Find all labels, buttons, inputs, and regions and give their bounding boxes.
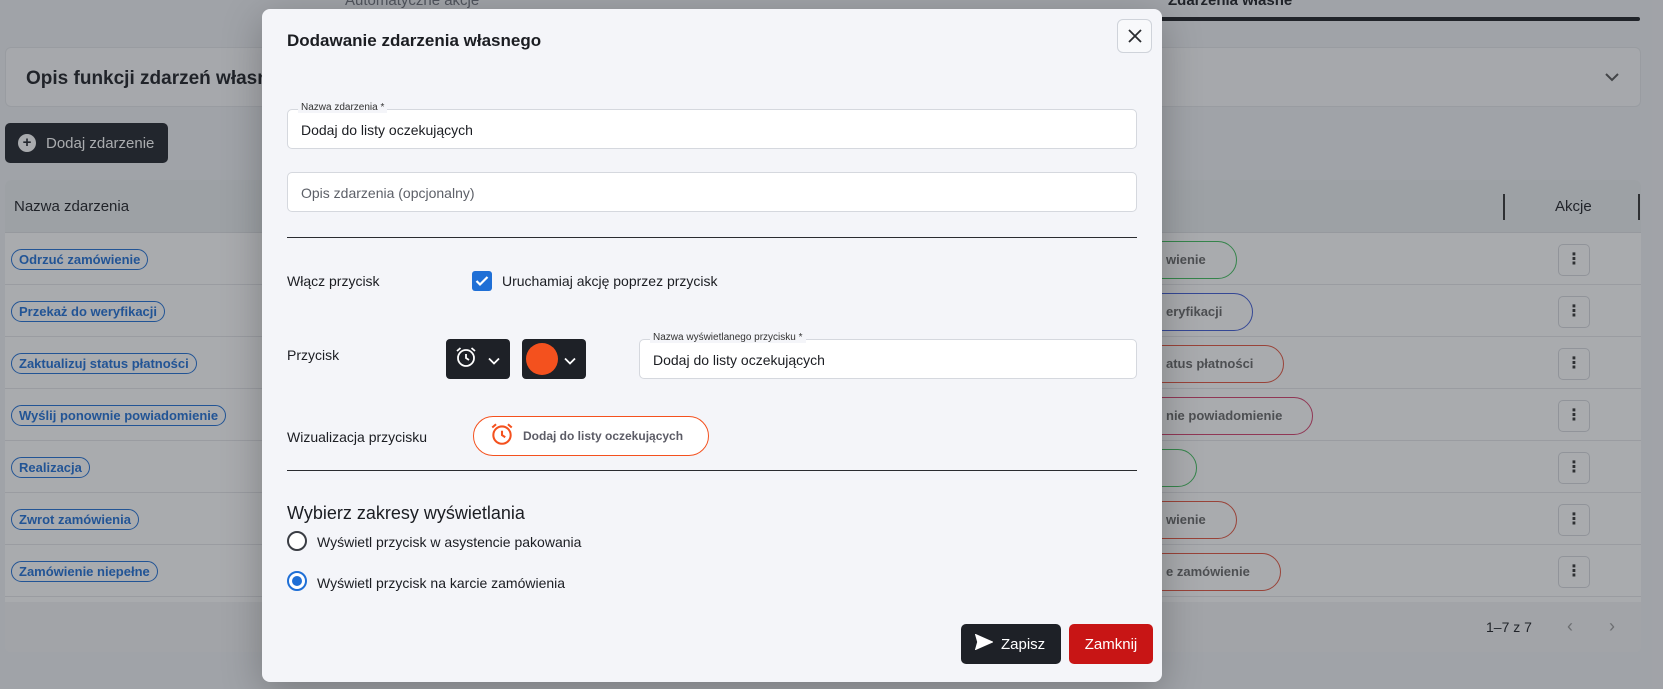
add-custom-event-dialog: Dodawanie zdarzenia własnego Nazwa zdarz… bbox=[262, 9, 1162, 682]
radio-order-card-label[interactable]: Wyświetl przycisk na karcie zamówienia bbox=[317, 575, 565, 591]
event-description-field[interactable]: Opis zdarzenia (opcjonalny) bbox=[287, 172, 1137, 212]
close-label: Zamknij bbox=[1084, 635, 1138, 653]
event-name-label: Nazwa zdarzenia * bbox=[298, 102, 388, 113]
enable-button-label: Włącz przycisk bbox=[287, 273, 380, 289]
alarm-clock-icon bbox=[454, 345, 478, 374]
button-display-name-label: Nazwa wyświetlanego przycisku * bbox=[650, 332, 806, 343]
color-picker[interactable] bbox=[522, 339, 586, 379]
save-button[interactable]: Zapisz bbox=[961, 624, 1061, 664]
dialog-title: Dodawanie zdarzenia własnego bbox=[287, 31, 542, 50]
button-preview: Dodaj do listy oczekujących bbox=[473, 416, 709, 456]
close-button[interactable]: Zamknij bbox=[1069, 624, 1153, 664]
chevron-down-icon bbox=[488, 352, 500, 370]
event-name-field[interactable]: Nazwa zdarzenia * Dodaj do listy oczekuj… bbox=[287, 102, 1137, 149]
button-row-label: Przycisk bbox=[287, 347, 340, 363]
divider bbox=[287, 237, 1137, 238]
icon-picker[interactable] bbox=[446, 339, 510, 379]
chevron-down-icon bbox=[564, 352, 576, 370]
close-icon[interactable] bbox=[1117, 19, 1152, 53]
button-display-name-value: Dodaj do listy oczekujących bbox=[653, 352, 825, 368]
enable-button-checkbox[interactable] bbox=[472, 271, 492, 291]
event-name-value: Dodaj do listy oczekujących bbox=[301, 122, 473, 138]
radio-packing-assistant-label[interactable]: Wyświetl przycisk w asystencie pakowania bbox=[317, 534, 581, 550]
event-description-placeholder: Opis zdarzenia (opcjonalny) bbox=[301, 185, 475, 201]
button-preview-text: Dodaj do listy oczekujących bbox=[523, 429, 684, 443]
scopes-title: Wybierz zakresy wyświetlania bbox=[287, 503, 525, 523]
divider bbox=[287, 470, 1137, 471]
radio-packing-assistant[interactable] bbox=[287, 531, 307, 551]
radio-order-card[interactable] bbox=[287, 571, 307, 591]
alarm-clock-icon bbox=[489, 421, 515, 452]
color-swatch bbox=[526, 343, 558, 375]
button-display-name-field[interactable]: Nazwa wyświetlanego przycisku * Dodaj do… bbox=[639, 332, 1137, 379]
enable-button-checkbox-label[interactable]: Uruchamiaj akcję poprzez przycisk bbox=[502, 273, 718, 289]
save-label: Zapisz bbox=[1001, 635, 1046, 653]
visualization-label: Wizualizacja przycisku bbox=[287, 429, 428, 445]
send-icon bbox=[974, 633, 1001, 654]
